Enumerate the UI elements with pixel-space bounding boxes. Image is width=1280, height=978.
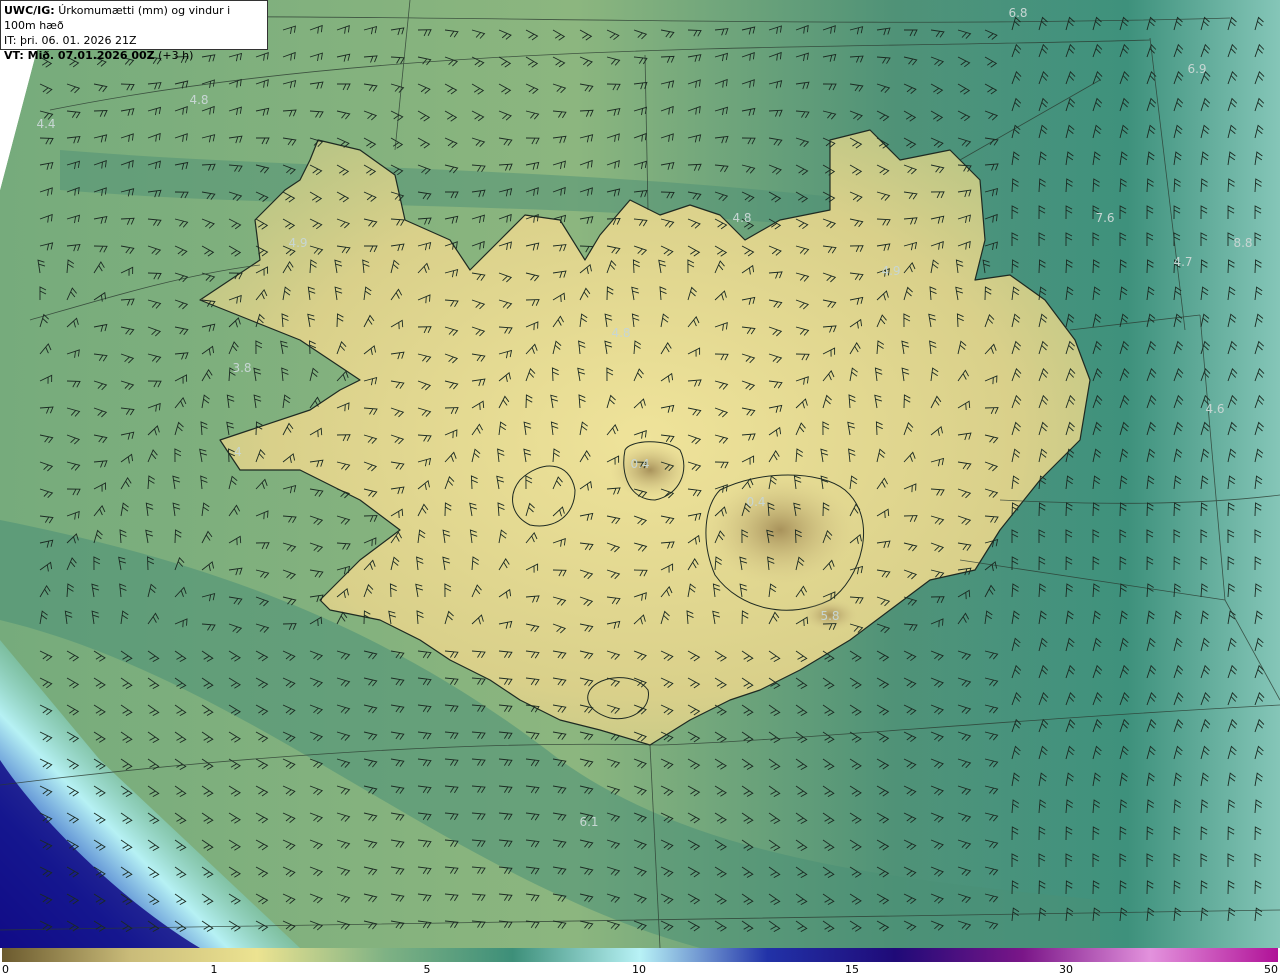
model-label: UWC/IG:: [4, 4, 55, 17]
precip-value-label: 0.4: [746, 495, 765, 509]
precip-value-label: 6.1: [579, 815, 598, 829]
forecast-offset: (+3 h): [158, 49, 194, 62]
legend-label-1: 1: [210, 963, 218, 976]
precip-value-label: 4: [234, 445, 242, 459]
precip-value-label: 4.8: [189, 93, 208, 107]
map-info-box: UWC/IG: Úrkomumætti (mm) og vindur i 100…: [0, 0, 268, 62]
precip-value-label: 7.6: [1095, 211, 1114, 225]
legend-label-0: 0: [2, 963, 9, 976]
precip-value-label: 4.9: [288, 236, 307, 250]
langjokull-area: [610, 442, 690, 498]
precip-value-label: 4.8: [732, 211, 751, 225]
precip-value-label: 4.9: [881, 264, 900, 278]
precip-value-label: 4.8: [611, 326, 630, 340]
legend-color-bar: [2, 948, 1278, 962]
issue-time: IT: þri. 06. 01. 2026 21Z: [4, 34, 137, 47]
precip-value-label: 4.6: [1205, 402, 1224, 416]
legend-label-10: 10: [632, 963, 646, 976]
precip-value-label: 6.8: [1008, 6, 1027, 20]
legend-label-50: 50: [1264, 963, 1278, 976]
precip-value-label: 3.8: [232, 361, 251, 375]
vatnajokull-area: [705, 475, 855, 585]
precip-value-label: 0.4: [630, 457, 649, 471]
valid-time: VT: Mið. 07.01.2026 00Z: [4, 49, 155, 62]
precip-value-label: 8.8: [1233, 236, 1252, 250]
precipitation-wind-map: 6.8 6.9 4.8 4.4 4.8 7.6 4.7 8.8 4.6 4.9 4.8 4.9 3.8 4…: [0, 0, 1280, 948]
precip-value-label: 5.8: [820, 609, 839, 623]
precip-value-label: 4.4: [36, 117, 55, 131]
precip-value-label: 4.7: [1173, 255, 1192, 269]
legend-label-30: 30: [1059, 963, 1073, 976]
color-legend: 0 1 5 10 15 30 50: [0, 948, 1280, 978]
precip-value-label: 6.9: [1187, 62, 1206, 76]
legend-label-5: 5: [423, 963, 431, 976]
legend-label-15: 15: [845, 963, 859, 976]
